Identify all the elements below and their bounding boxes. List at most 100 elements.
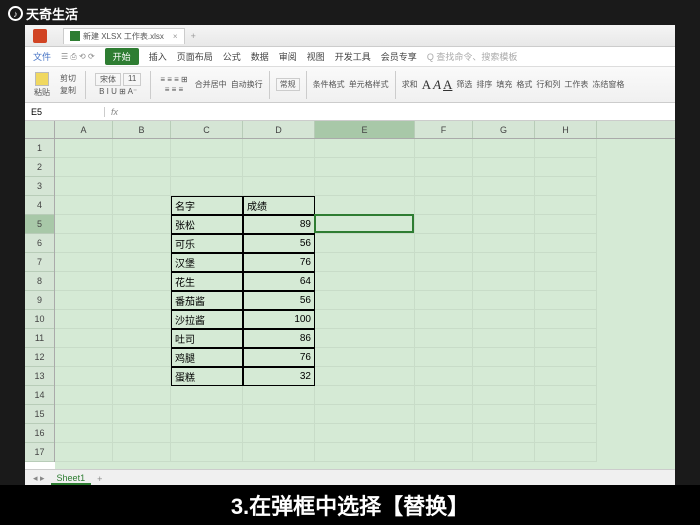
font-select[interactable]: 宋体 (95, 73, 121, 86)
wrap-button[interactable]: 自动换行 (231, 79, 263, 90)
cell[interactable] (55, 272, 113, 291)
number-format[interactable]: 常规 (276, 78, 300, 91)
cell[interactable] (473, 139, 535, 158)
cell[interactable] (243, 424, 315, 443)
cell[interactable] (415, 253, 473, 272)
cell[interactable]: 76 (243, 348, 315, 367)
cell[interactable] (55, 386, 113, 405)
close-tab-icon[interactable]: × (173, 32, 178, 41)
cell[interactable] (55, 310, 113, 329)
cell[interactable]: 名字 (171, 196, 243, 215)
cell[interactable] (113, 329, 171, 348)
column-header[interactable]: A (55, 121, 113, 138)
row-header[interactable]: 15 (25, 405, 54, 424)
row-header[interactable]: 4 (25, 196, 54, 215)
cell[interactable] (415, 367, 473, 386)
cell[interactable] (315, 386, 415, 405)
cell[interactable]: 86 (243, 329, 315, 348)
cells-area[interactable]: 名字成绩张松89可乐56汉堡76花生64番茄酱56沙拉酱100吐司86鸡腿76蛋… (55, 139, 675, 469)
qat-icons[interactable]: ☰ ⎙ ⟲ ⟳ (61, 52, 95, 62)
cell[interactable] (113, 386, 171, 405)
cell[interactable] (55, 348, 113, 367)
cut-button[interactable]: 剪切 (60, 73, 76, 84)
cell[interactable] (315, 310, 415, 329)
cell[interactable] (113, 253, 171, 272)
filter-button[interactable]: 筛选 (456, 79, 472, 90)
cell[interactable]: 64 (243, 272, 315, 291)
row-header[interactable]: 2 (25, 158, 54, 177)
cell[interactable]: 56 (243, 291, 315, 310)
tab-data[interactable]: 数据 (251, 50, 269, 63)
cell[interactable] (55, 177, 113, 196)
cell[interactable] (171, 386, 243, 405)
cell[interactable] (535, 405, 597, 424)
sheet-nav-icon[interactable]: ◂ ▸ (33, 473, 45, 484)
tab-member[interactable]: 会员专享 (381, 50, 417, 63)
rowcol-button[interactable]: 行和列 (536, 79, 560, 90)
cell[interactable] (171, 158, 243, 177)
cell[interactable]: 鸡腿 (171, 348, 243, 367)
fx-icon[interactable]: fx (105, 107, 124, 117)
column-header[interactable]: H (535, 121, 597, 138)
cell[interactable]: 花生 (171, 272, 243, 291)
cell[interactable] (55, 424, 113, 443)
cell[interactable] (415, 234, 473, 253)
cell[interactable] (315, 158, 415, 177)
cell[interactable] (415, 424, 473, 443)
cell[interactable] (171, 139, 243, 158)
cell[interactable] (243, 386, 315, 405)
cell[interactable] (535, 177, 597, 196)
cell[interactable] (535, 253, 597, 272)
fill-button[interactable]: 填充 (496, 79, 512, 90)
cell[interactable] (535, 272, 597, 291)
cell[interactable] (113, 215, 171, 234)
column-header[interactable]: E (315, 121, 415, 138)
paste-group[interactable]: 粘贴 (31, 72, 53, 98)
cell[interactable] (415, 158, 473, 177)
cell[interactable] (473, 367, 535, 386)
format-button[interactable]: 格式 (516, 79, 532, 90)
cell[interactable] (55, 405, 113, 424)
cell[interactable] (113, 310, 171, 329)
cell[interactable] (535, 158, 597, 177)
cell[interactable] (55, 291, 113, 310)
cell[interactable] (315, 139, 415, 158)
row-header[interactable]: 8 (25, 272, 54, 291)
cell[interactable]: 汉堡 (171, 253, 243, 272)
tab-layout[interactable]: 页面布局 (177, 50, 213, 63)
cell-style-button[interactable]: 单元格样式 (349, 79, 389, 90)
cell[interactable] (171, 405, 243, 424)
row-header[interactable]: 9 (25, 291, 54, 310)
cell[interactable] (113, 348, 171, 367)
cell[interactable] (55, 139, 113, 158)
column-header[interactable]: C (171, 121, 243, 138)
cell[interactable] (55, 443, 113, 462)
cell[interactable] (415, 177, 473, 196)
cell[interactable] (315, 234, 415, 253)
align-group[interactable]: ≡ ≡ ≡ ⊞ ≡ ≡ ≡ (157, 75, 190, 94)
cell[interactable] (55, 234, 113, 253)
cell[interactable] (415, 215, 473, 234)
cell[interactable]: 可乐 (171, 234, 243, 253)
cell[interactable] (113, 139, 171, 158)
cell[interactable] (55, 158, 113, 177)
sum-button[interactable]: 求和 (402, 79, 418, 90)
cell[interactable] (473, 158, 535, 177)
copy-button[interactable]: 复制 (60, 85, 76, 96)
cell[interactable] (113, 424, 171, 443)
cell[interactable] (315, 272, 415, 291)
cell[interactable] (473, 177, 535, 196)
row-header[interactable]: 5 (25, 215, 54, 234)
search-box[interactable]: Q 查找命令、搜索模板 (427, 50, 518, 63)
cell[interactable] (415, 405, 473, 424)
size-select[interactable]: 11 (123, 73, 141, 86)
cell[interactable] (113, 158, 171, 177)
cond-format-button[interactable]: 条件格式 (313, 79, 345, 90)
cell[interactable] (535, 329, 597, 348)
cell[interactable] (535, 443, 597, 462)
cell[interactable] (535, 310, 597, 329)
add-sheet-button[interactable]: + (97, 474, 102, 484)
tab-insert[interactable]: 插入 (149, 50, 167, 63)
name-box[interactable]: E5 (25, 107, 105, 117)
column-header[interactable]: G (473, 121, 535, 138)
